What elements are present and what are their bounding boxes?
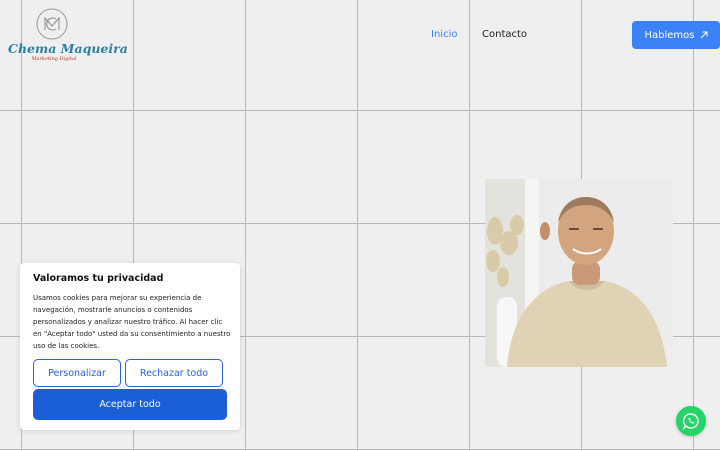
profile-photo bbox=[485, 179, 673, 367]
cookie-consent-banner: Valoramos tu privacidad Usamos cookies p… bbox=[20, 263, 240, 430]
nav-contacto[interactable]: Contacto bbox=[482, 29, 527, 40]
whatsapp-icon bbox=[682, 413, 699, 430]
hablemos-label: Hablemos bbox=[644, 29, 695, 41]
nav-inicio[interactable]: Inicio bbox=[431, 29, 457, 40]
logo-monogram-icon bbox=[36, 8, 68, 40]
arrow-up-right-icon bbox=[700, 31, 707, 39]
cookie-banner-text: Usamos cookies para mejorar su experienc… bbox=[33, 294, 231, 350]
hablemos-button[interactable]: Hablemos bbox=[632, 21, 720, 49]
rechazar-todo-button[interactable]: Rechazar todo bbox=[125, 359, 223, 387]
logo-tagline: Marketing Digital bbox=[31, 56, 77, 62]
site-header: Chema Maqueira Marketing Digital Inicio … bbox=[0, 0, 720, 70]
aceptar-todo-button[interactable]: Aceptar todo bbox=[33, 389, 227, 420]
cookie-banner-title: Valoramos tu privacidad bbox=[33, 273, 164, 284]
site-logo[interactable]: Chema Maqueira Marketing Digital bbox=[8, 8, 128, 64]
whatsapp-button[interactable] bbox=[676, 406, 706, 436]
logo-name: Chema Maqueira bbox=[8, 41, 128, 56]
personalizar-button[interactable]: Personalizar bbox=[33, 359, 121, 387]
